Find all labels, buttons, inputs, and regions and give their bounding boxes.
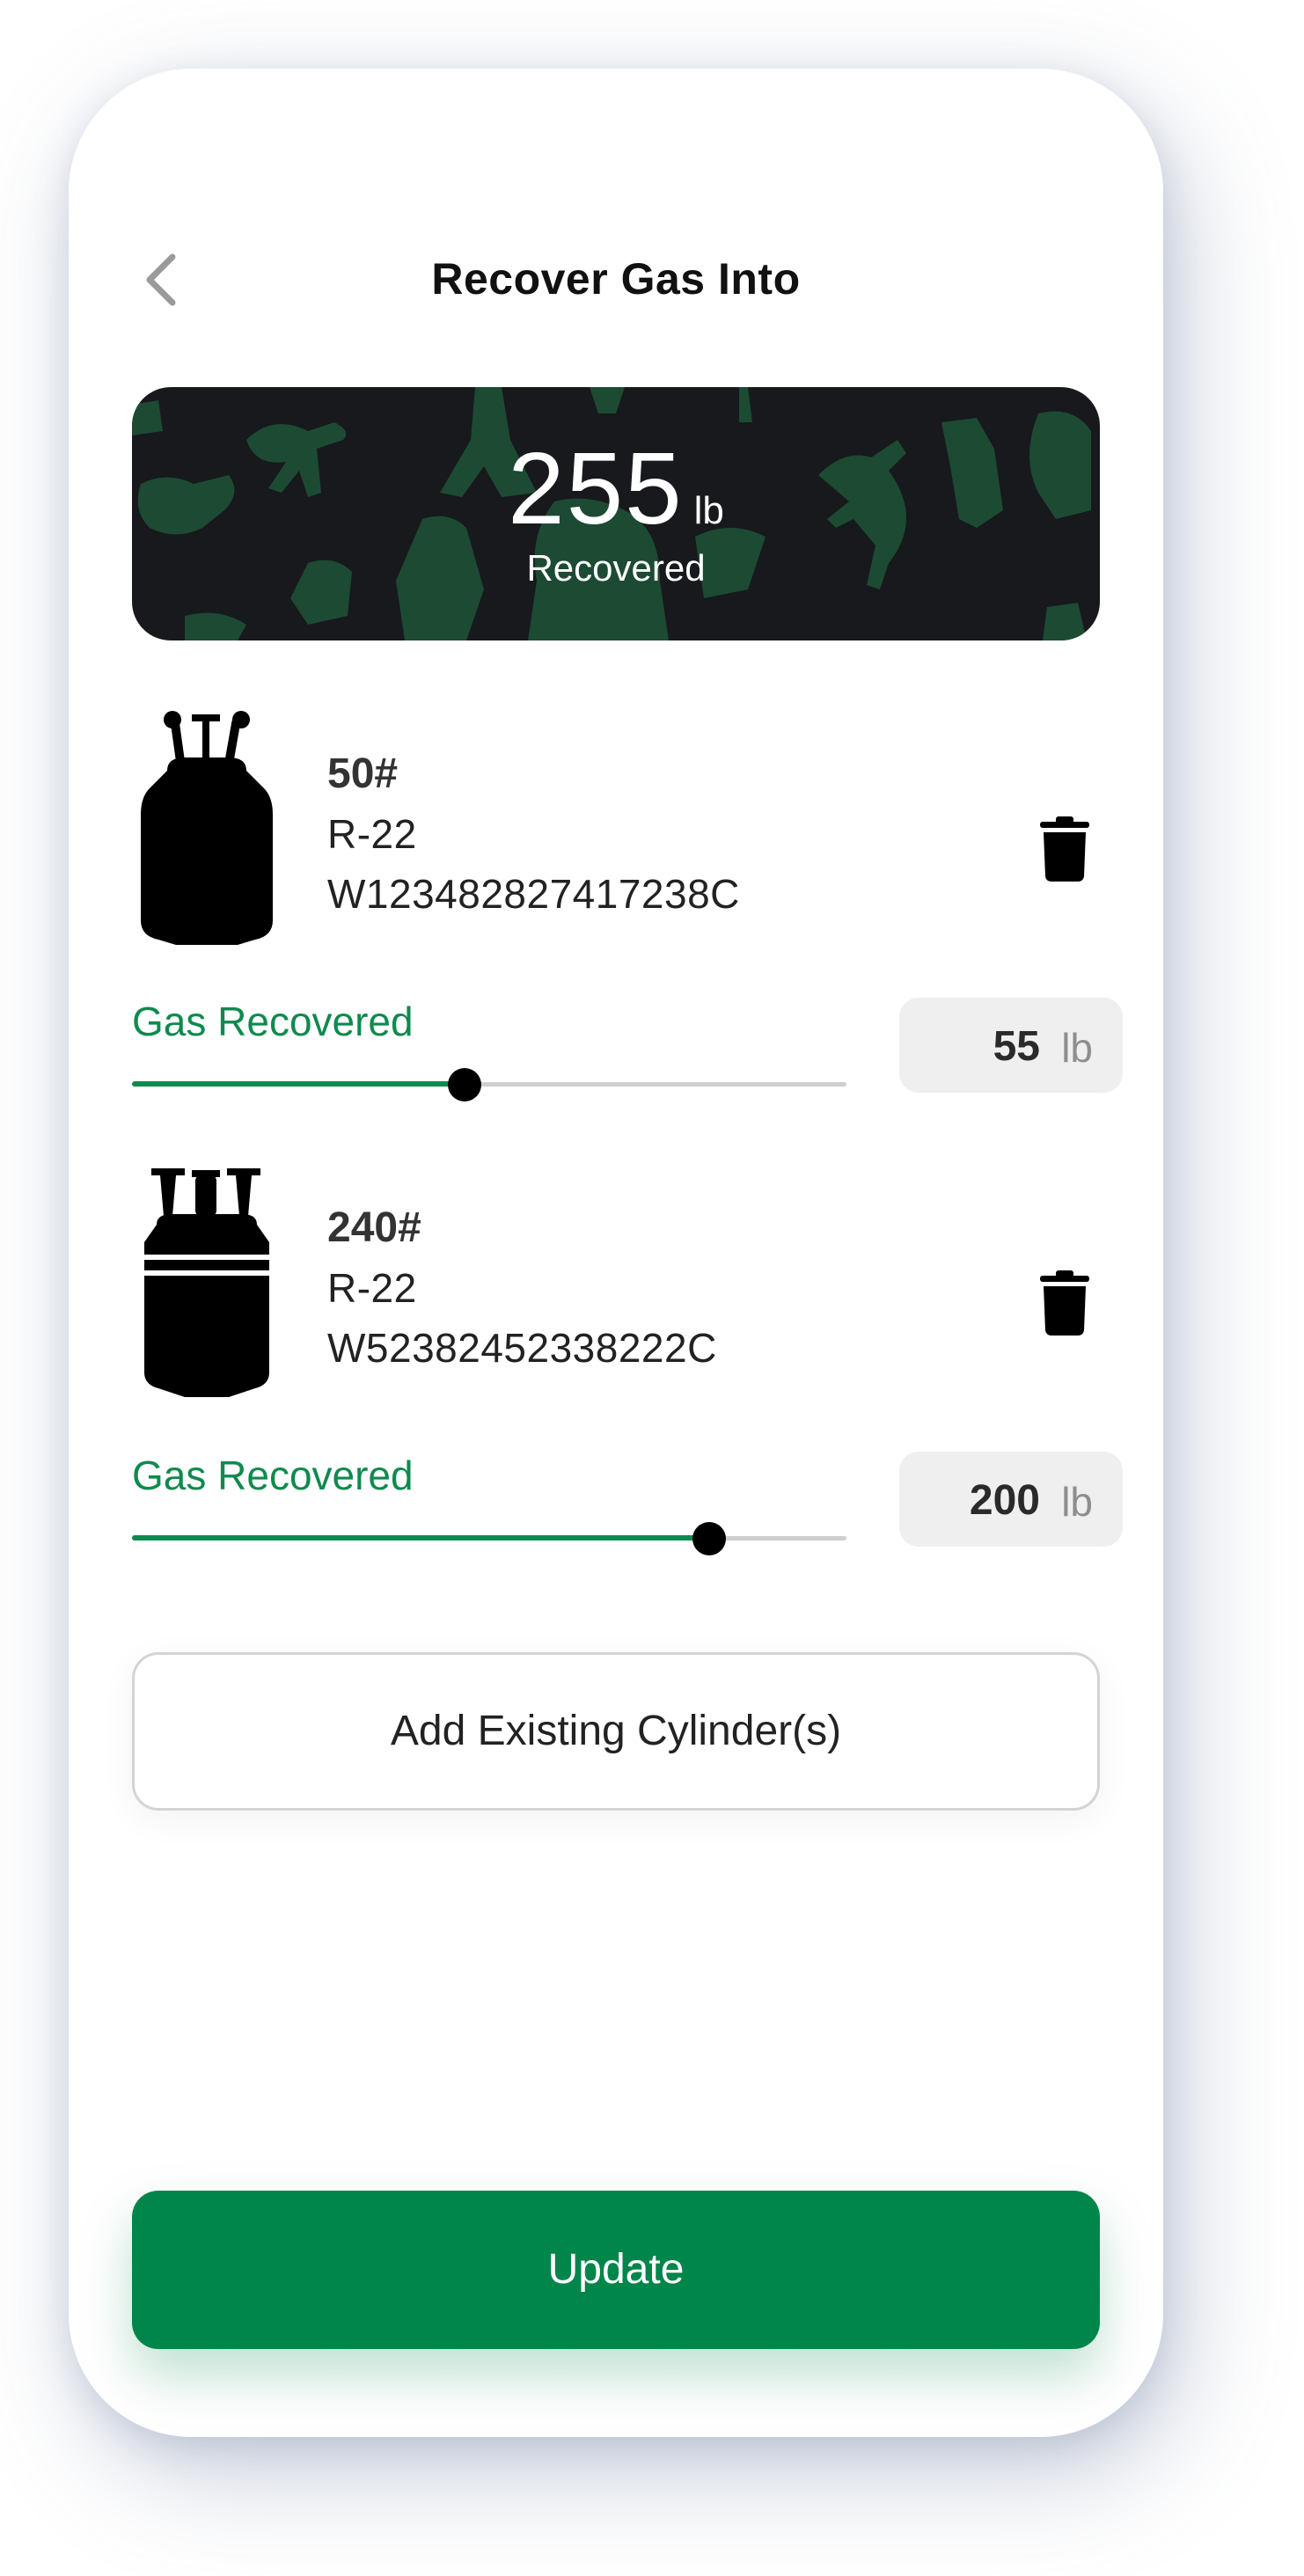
gas-amount-value: 200 [969, 1477, 1040, 1524]
large-cylinder-tank-icon [144, 1168, 269, 1397]
cylinder-gas-type: R-22 [327, 1265, 417, 1311]
cylinder-details: 240# R-22 W52382452338222C [327, 1198, 717, 1378]
gas-amount-input[interactable]: 200 lb [899, 1452, 1123, 1547]
cylinder-item: 50# R-22 W123482827417238C [132, 709, 1117, 973]
cylinder-item: 240# R-22 W52382452338222C [132, 1163, 1117, 1427]
cylinder-tank-icon [141, 711, 273, 945]
gas-amount-input[interactable]: 55 lb [899, 998, 1123, 1093]
cylinder-serial: W52382452338222C [327, 1325, 717, 1371]
recovered-total-unit: lb [693, 489, 724, 532]
cylinder-serial: W123482827417238C [327, 871, 740, 917]
gas-amount-value: 55 [993, 1023, 1040, 1070]
slider-fill [132, 1081, 465, 1087]
gas-amount-unit: lb [1061, 1479, 1093, 1525]
delete-cylinder-button[interactable] [1029, 813, 1100, 883]
delete-cylinder-button[interactable] [1029, 1267, 1100, 1337]
trash-icon [1040, 1270, 1089, 1336]
gas-recovered-slider[interactable] [132, 1065, 846, 1103]
slider-fill [132, 1535, 710, 1540]
slider-thumb[interactable] [692, 1522, 727, 1555]
cylinder-details: 50# R-22 W123482827417238C [327, 744, 740, 924]
trash-icon [1040, 816, 1089, 882]
recovered-total-value: 255 [508, 431, 684, 545]
gas-recovered-slider[interactable] [132, 1519, 846, 1557]
recovered-summary-card: 255 lb Recovered [132, 387, 1100, 640]
gas-amount-unit: lb [1061, 1025, 1093, 1071]
update-button[interactable]: Update [132, 2191, 1100, 2349]
cylinder-size: 240# [327, 1204, 421, 1251]
recovered-total: 255 lb [132, 429, 1100, 547]
add-existing-cylinder-button[interactable]: Add Existing Cylinder(s) [132, 1652, 1100, 1811]
gas-recovered-label: Gas Recovered [132, 999, 414, 1044]
slider-thumb[interactable] [448, 1068, 482, 1101]
gas-recovered-label: Gas Recovered [132, 1453, 414, 1498]
cylinder-size: 50# [327, 750, 399, 797]
phone-screen: Recover Gas Into 255 lb Recovered 50# R-… [69, 69, 1163, 2437]
recovered-label: Recovered [526, 547, 706, 589]
page-title: Recover Gas Into [431, 254, 801, 304]
cylinder-gas-type: R-22 [327, 811, 417, 857]
